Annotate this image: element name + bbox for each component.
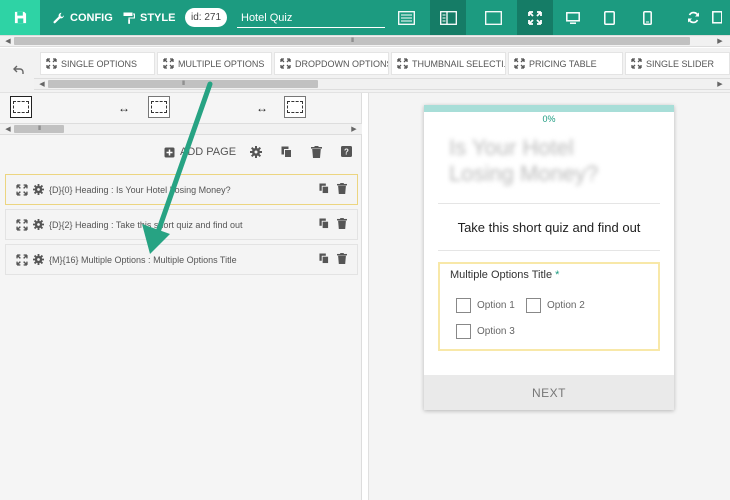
annotation-arrow (142, 81, 213, 254)
